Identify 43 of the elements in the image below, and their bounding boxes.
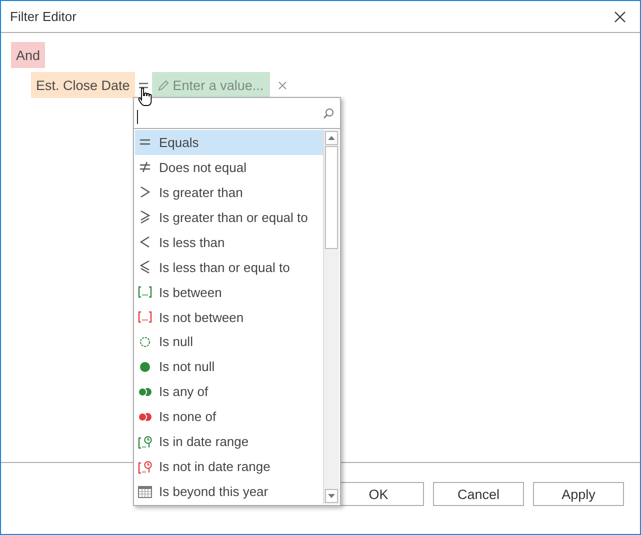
not-equal-icon	[138, 160, 152, 174]
close-button[interactable]	[612, 8, 628, 24]
less-equal-icon	[138, 260, 152, 274]
greater-equal-icon	[138, 210, 152, 224]
operator-item[interactable]: Is not between	[135, 304, 323, 330]
arrow-down-icon	[328, 494, 335, 498]
scrollbar[interactable]	[323, 130, 339, 504]
dialog-button[interactable]: Apply	[533, 482, 624, 506]
bracket-clock-icon	[138, 434, 152, 449]
operator-item[interactable]: Is less than or equal to	[135, 254, 323, 280]
scroll-down-button[interactable]	[325, 489, 338, 503]
operator-item[interactable]: Is null	[135, 330, 323, 354]
filled-circle-icon	[138, 360, 152, 374]
empty-circle-icon	[138, 334, 152, 349]
arrow-up-icon	[328, 136, 335, 140]
group-operator[interactable]: And	[11, 42, 46, 68]
search-icon	[323, 108, 334, 118]
operator-item[interactable]: Is less than	[135, 230, 323, 255]
calendar-icon	[138, 484, 152, 499]
remove-icon[interactable]	[278, 80, 287, 90]
greater-than-icon	[138, 185, 152, 200]
less-than-icon	[138, 235, 152, 250]
operator-item[interactable]: Is greater than	[135, 180, 323, 205]
operator-item[interactable]: Is not null	[135, 354, 323, 380]
window-title: Filter Editor	[10, 9, 76, 24]
operator-item[interactable]: Is not in date range	[135, 454, 323, 480]
equals-icon[interactable]	[138, 82, 148, 88]
brackets-icon	[138, 310, 152, 324]
operator-item[interactable]: Is between	[135, 280, 323, 305]
operator-item[interactable]: Is none of	[135, 404, 323, 430]
operator-item[interactable]: Is beyond this year	[135, 479, 323, 504]
scroll-up-button[interactable]	[325, 131, 338, 145]
operator-item[interactable]: Is greater than or equal to	[135, 204, 323, 230]
scroll-thumb[interactable]	[325, 146, 338, 249]
operator-item[interactable]: Does not equal	[135, 154, 323, 180]
dialog-button[interactable]: Cancel	[433, 482, 524, 506]
operator-item[interactable]: Equals	[135, 130, 323, 155]
brackets-icon	[138, 285, 152, 300]
operator-item[interactable]: Is any of	[135, 379, 323, 404]
field-name[interactable]: Est. Close Date	[31, 72, 135, 98]
operator-item[interactable]: Is in date range	[135, 429, 323, 454]
bracket-clock-icon	[138, 460, 152, 474]
pencil-icon	[158, 80, 169, 90]
